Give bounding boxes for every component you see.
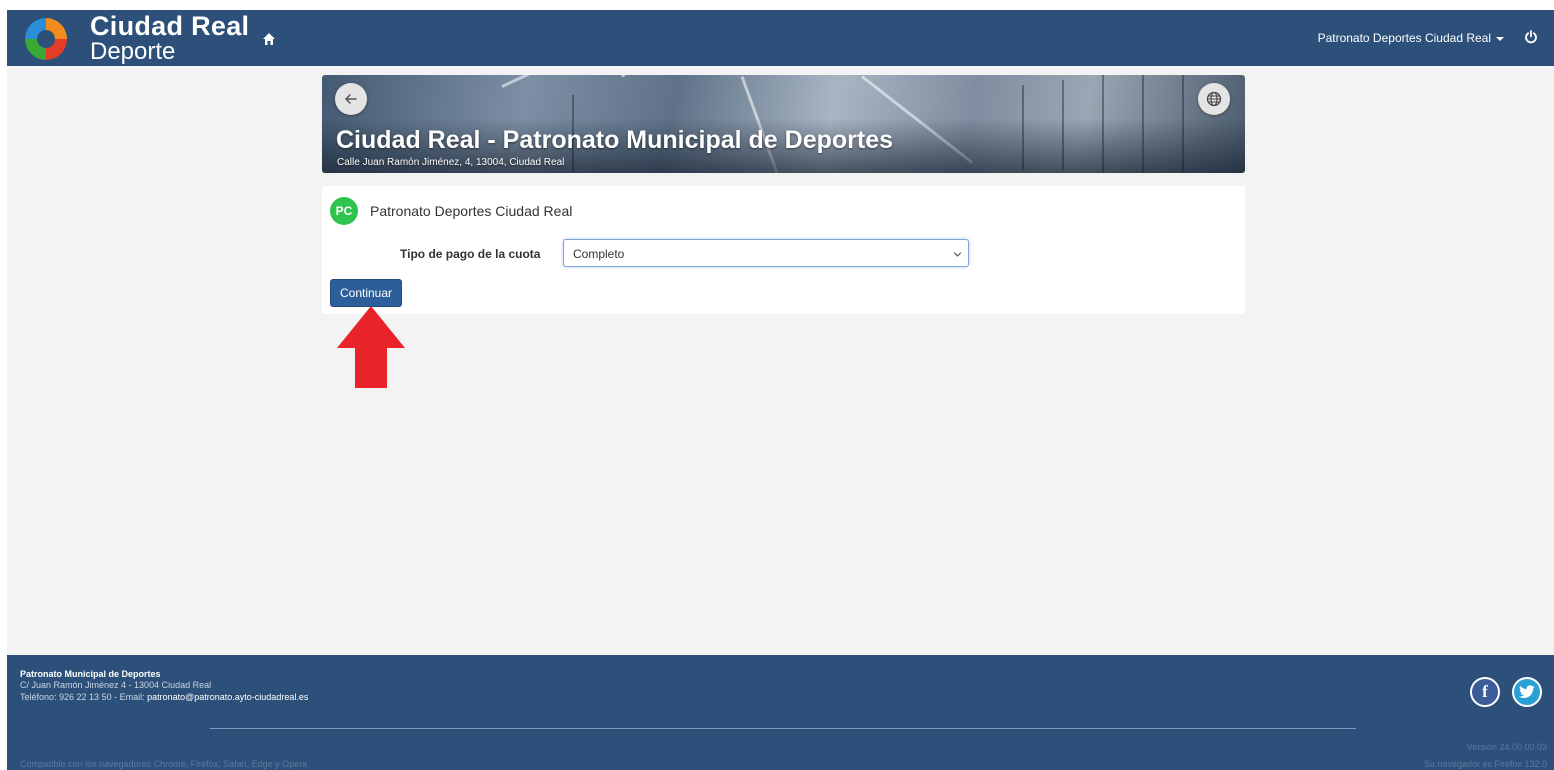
facility-title: Ciudad Real - Patronato Municipal de Dep…	[336, 126, 894, 154]
footer-phone: Teléfono: 926 22 13 50 - Email:	[20, 692, 148, 702]
annotation-arrow-icon	[337, 306, 405, 388]
payment-form-card: PC Patronato Deportes Ciudad Real Tipo d…	[322, 186, 1245, 314]
facility-banner: Ciudad Real - Patronato Municipal de Dep…	[322, 75, 1245, 173]
power-icon[interactable]	[1524, 30, 1538, 44]
arrow-left-icon	[345, 94, 357, 104]
facility-address: Calle Juan Ramón Jiménez, 4, 13004, Ciud…	[337, 157, 565, 168]
entity-name: Patronato Deportes Ciudad Real	[370, 203, 573, 219]
facebook-icon[interactable]: f	[1470, 677, 1500, 707]
top-navbar: Ciudad Real Deporte Patronato Deportes C…	[7, 10, 1554, 66]
footer-browser-note: Su navegador es Firefox 132.0	[1423, 759, 1547, 769]
banner-decoration	[621, 75, 715, 78]
brand-subtitle[interactable]: Deporte	[90, 38, 175, 66]
payment-type-label: Tipo de pago de la cuota	[400, 247, 541, 261]
footer-contact: Teléfono: 926 22 13 50 - Email: patronat…	[20, 692, 308, 702]
language-button[interactable]	[1198, 83, 1230, 115]
footer-divider	[210, 728, 1356, 729]
back-button[interactable]	[335, 83, 367, 115]
twitter-icon[interactable]	[1512, 677, 1542, 707]
chevron-down-icon	[953, 252, 962, 257]
user-menu-label: Patronato Deportes Ciudad Real	[1317, 31, 1491, 45]
twitter-bird-icon	[1519, 685, 1535, 698]
ciudad-real-deporte-logo[interactable]	[21, 14, 71, 64]
footer-compatibility-note: Compatible con los navegadores Chrome, F…	[20, 759, 308, 769]
footer-email-link[interactable]: patronato@patronato.ayto-ciudadreal.es	[147, 692, 308, 702]
caret-down-icon	[1496, 36, 1504, 41]
payment-type-value: Completo	[573, 247, 625, 261]
page-footer: Patronato Municipal de Deportes C/ Juan …	[7, 655, 1554, 770]
footer-version: Versión 24.00.00.03	[1466, 742, 1547, 752]
avatar: PC	[330, 197, 358, 225]
continue-button[interactable]: Continuar	[330, 279, 402, 307]
footer-address: C/ Juan Ramón Jiménez 4 - 13004 Ciudad R…	[20, 680, 212, 690]
footer-title: Patronato Municipal de Deportes	[20, 669, 161, 679]
facebook-glyph: f	[1482, 682, 1488, 701]
app-frame: Ciudad Real Deporte Patronato Deportes C…	[7, 10, 1554, 770]
banner-decoration	[501, 75, 648, 88]
user-menu-dropdown[interactable]: Patronato Deportes Ciudad Real	[1318, 31, 1504, 45]
payment-type-select[interactable]: Completo	[563, 239, 969, 267]
home-icon[interactable]	[262, 32, 276, 46]
globe-icon	[1206, 91, 1222, 107]
